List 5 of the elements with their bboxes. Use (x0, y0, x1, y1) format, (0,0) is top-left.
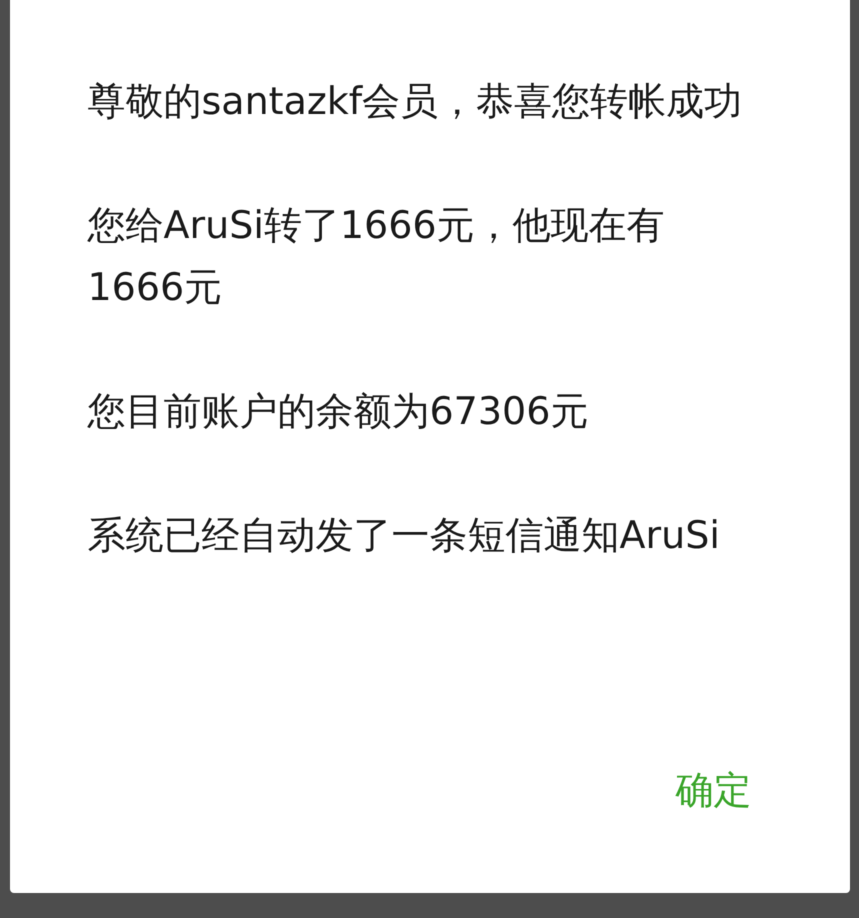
message-text: 您给AruSi转了1666元，他现在有1666元 (88, 202, 666, 311)
message-text: 您目前账户的余额为67306元 (88, 388, 590, 435)
message-text: 系统已经自动发了一条短信通知AruSi (88, 512, 721, 559)
confirm-button[interactable]: 确定 (668, 758, 760, 823)
message-text: 尊敬的santazkf会员，恭喜您转帐成功 (88, 78, 744, 125)
